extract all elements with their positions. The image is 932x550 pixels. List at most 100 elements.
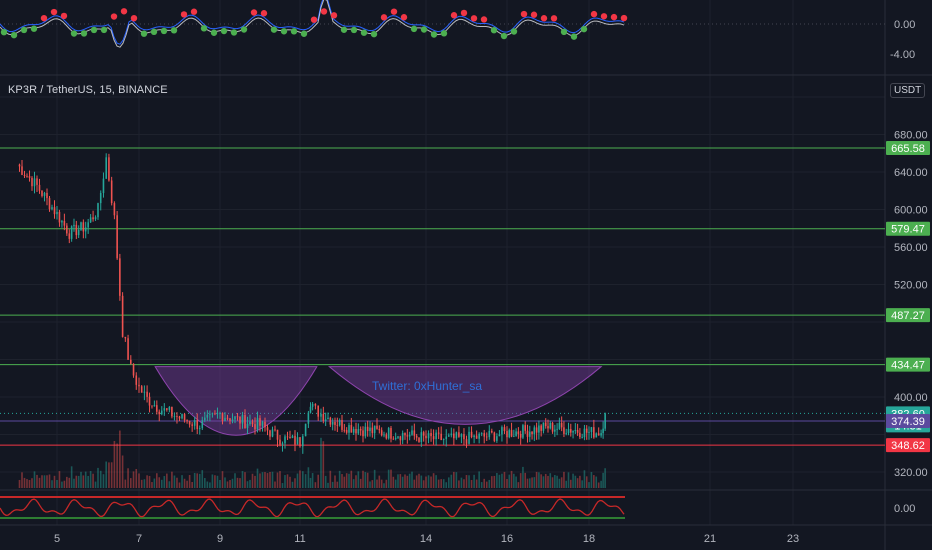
signal-dot xyxy=(140,30,148,37)
candle-body xyxy=(130,359,132,364)
signal-dot xyxy=(60,12,68,20)
volume-bar xyxy=(470,480,473,488)
volume-bar xyxy=(343,476,346,488)
candle-body xyxy=(399,436,402,441)
volume-bar xyxy=(41,475,43,488)
volume-bar xyxy=(92,473,94,488)
candle-body xyxy=(590,427,593,432)
candle-body xyxy=(198,428,201,430)
candle-body xyxy=(427,433,430,439)
candle-body xyxy=(108,157,110,181)
candle-body xyxy=(604,413,606,429)
candle-body xyxy=(201,420,204,429)
candle-body xyxy=(127,338,129,360)
volume-bar xyxy=(547,475,549,488)
candle-body xyxy=(156,405,158,412)
price-label-text: 348.62 xyxy=(891,440,925,452)
candle-body xyxy=(307,412,310,424)
volume-bar xyxy=(563,471,565,488)
candle-body xyxy=(26,175,28,177)
volume-bar xyxy=(307,467,310,488)
candle-body xyxy=(173,416,176,417)
candle-body xyxy=(183,414,186,421)
candle-body xyxy=(219,413,221,414)
candle-body xyxy=(373,425,376,434)
volume-bar xyxy=(590,472,593,488)
candle-body xyxy=(119,258,121,296)
x-tick-label: 23 xyxy=(787,533,799,545)
volume-bar xyxy=(517,482,520,488)
candle-body xyxy=(437,432,440,434)
chart-canvas[interactable]: 0.00 -4.00 Twitter: 0xHunter_sa 0.00 320.… xyxy=(0,0,932,550)
candle-body xyxy=(415,435,418,438)
twitter-watermark: Twitter: 0xHunter_sa xyxy=(372,379,482,393)
volume-bar xyxy=(369,481,371,488)
volume-bar xyxy=(373,469,376,488)
volume-bar xyxy=(475,479,478,488)
signal-dot xyxy=(240,26,248,33)
signal-dot xyxy=(540,15,548,22)
volume-bar xyxy=(604,468,606,488)
candle-body xyxy=(87,222,89,228)
signal-dot xyxy=(430,31,438,38)
volume-bar xyxy=(508,474,511,488)
candle-body xyxy=(501,427,503,435)
currency-button[interactable]: USDT xyxy=(890,83,926,98)
signal-dot xyxy=(550,15,558,22)
volume-bar xyxy=(329,470,332,488)
volume-bar xyxy=(554,475,556,488)
candle-body xyxy=(191,424,193,426)
volume-bar xyxy=(299,470,301,488)
volume-bar xyxy=(38,477,41,488)
volume-bar xyxy=(515,476,517,488)
candle-body xyxy=(387,428,390,439)
candle-body xyxy=(583,428,586,438)
volume-bar xyxy=(130,478,132,488)
volume-bar xyxy=(21,472,23,488)
signal-dot xyxy=(40,14,48,22)
candle-body xyxy=(579,432,581,438)
candle-body xyxy=(151,405,153,407)
symbol-title[interactable]: KP3R / TetherUS, 15, BINANCE xyxy=(8,84,168,96)
y-tick-label: 640.00 xyxy=(894,167,928,179)
volume-bar xyxy=(455,472,458,488)
candle-body xyxy=(148,396,151,406)
candle-body xyxy=(357,429,360,434)
volume-bar xyxy=(418,473,420,488)
candle-body xyxy=(284,436,286,444)
volume-bar xyxy=(542,476,545,488)
volume-bar xyxy=(506,479,508,488)
candle-body xyxy=(493,432,496,441)
volume-bar xyxy=(102,474,105,488)
volume-bar xyxy=(432,473,435,488)
candle-body xyxy=(483,433,486,437)
candle-body xyxy=(61,220,63,223)
volume-bar xyxy=(380,479,383,488)
signal-dot xyxy=(620,14,628,22)
volume-bar xyxy=(110,462,113,488)
signal-dot xyxy=(460,9,468,17)
volume-bar xyxy=(445,482,448,488)
candle-body xyxy=(522,425,524,438)
volume-bar xyxy=(289,476,291,488)
volume-bar xyxy=(341,474,343,488)
volume-bar xyxy=(371,480,374,488)
volume-bar xyxy=(186,480,188,488)
candle-body xyxy=(526,430,529,437)
signal-dot xyxy=(280,28,288,35)
volume-bar xyxy=(526,478,529,488)
candle-body xyxy=(163,408,166,411)
candle-body xyxy=(158,411,161,415)
volume-bar xyxy=(219,479,221,488)
volume-bar xyxy=(113,441,116,488)
volume-bar xyxy=(178,482,181,488)
volume-bar xyxy=(209,482,211,488)
candle-body xyxy=(535,427,538,433)
candle-body xyxy=(576,429,579,433)
volume-bar xyxy=(549,473,552,488)
candle-body xyxy=(105,157,107,179)
candle-body xyxy=(168,406,171,410)
volume-bar xyxy=(478,471,480,488)
volume-bar xyxy=(241,471,244,488)
volume-bar xyxy=(236,477,239,488)
